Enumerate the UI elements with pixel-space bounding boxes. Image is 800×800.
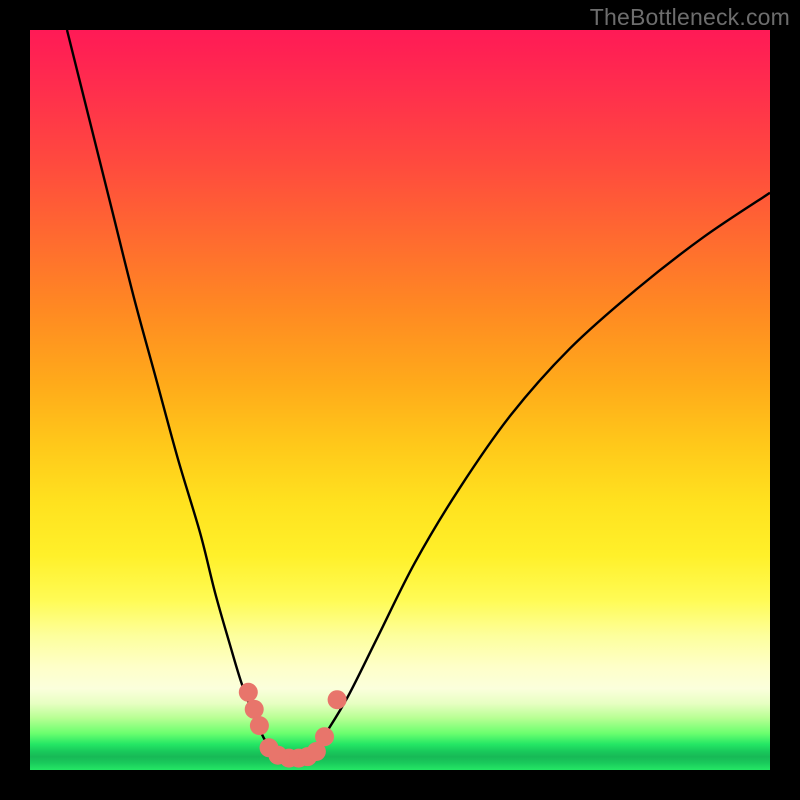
marker-dot [298,747,317,766]
marker-dot [315,727,334,746]
marker-dot [289,749,308,768]
marker-dot [250,716,269,735]
marker-dot [260,738,279,757]
curve-valley-floor [274,755,311,759]
curve-overlay [30,30,770,770]
marker-group [239,683,347,768]
marker-dot [245,700,264,719]
marker-dot [268,746,287,765]
watermark-text: TheBottleneck.com [590,4,790,31]
plot-area [30,30,770,770]
marker-dot [307,742,326,761]
curve-right-branch [311,193,770,755]
curve-left-branch [67,30,274,755]
marker-dot [328,690,347,709]
marker-dot [280,749,299,768]
chart-stage: TheBottleneck.com [0,0,800,800]
marker-dot [239,683,258,702]
